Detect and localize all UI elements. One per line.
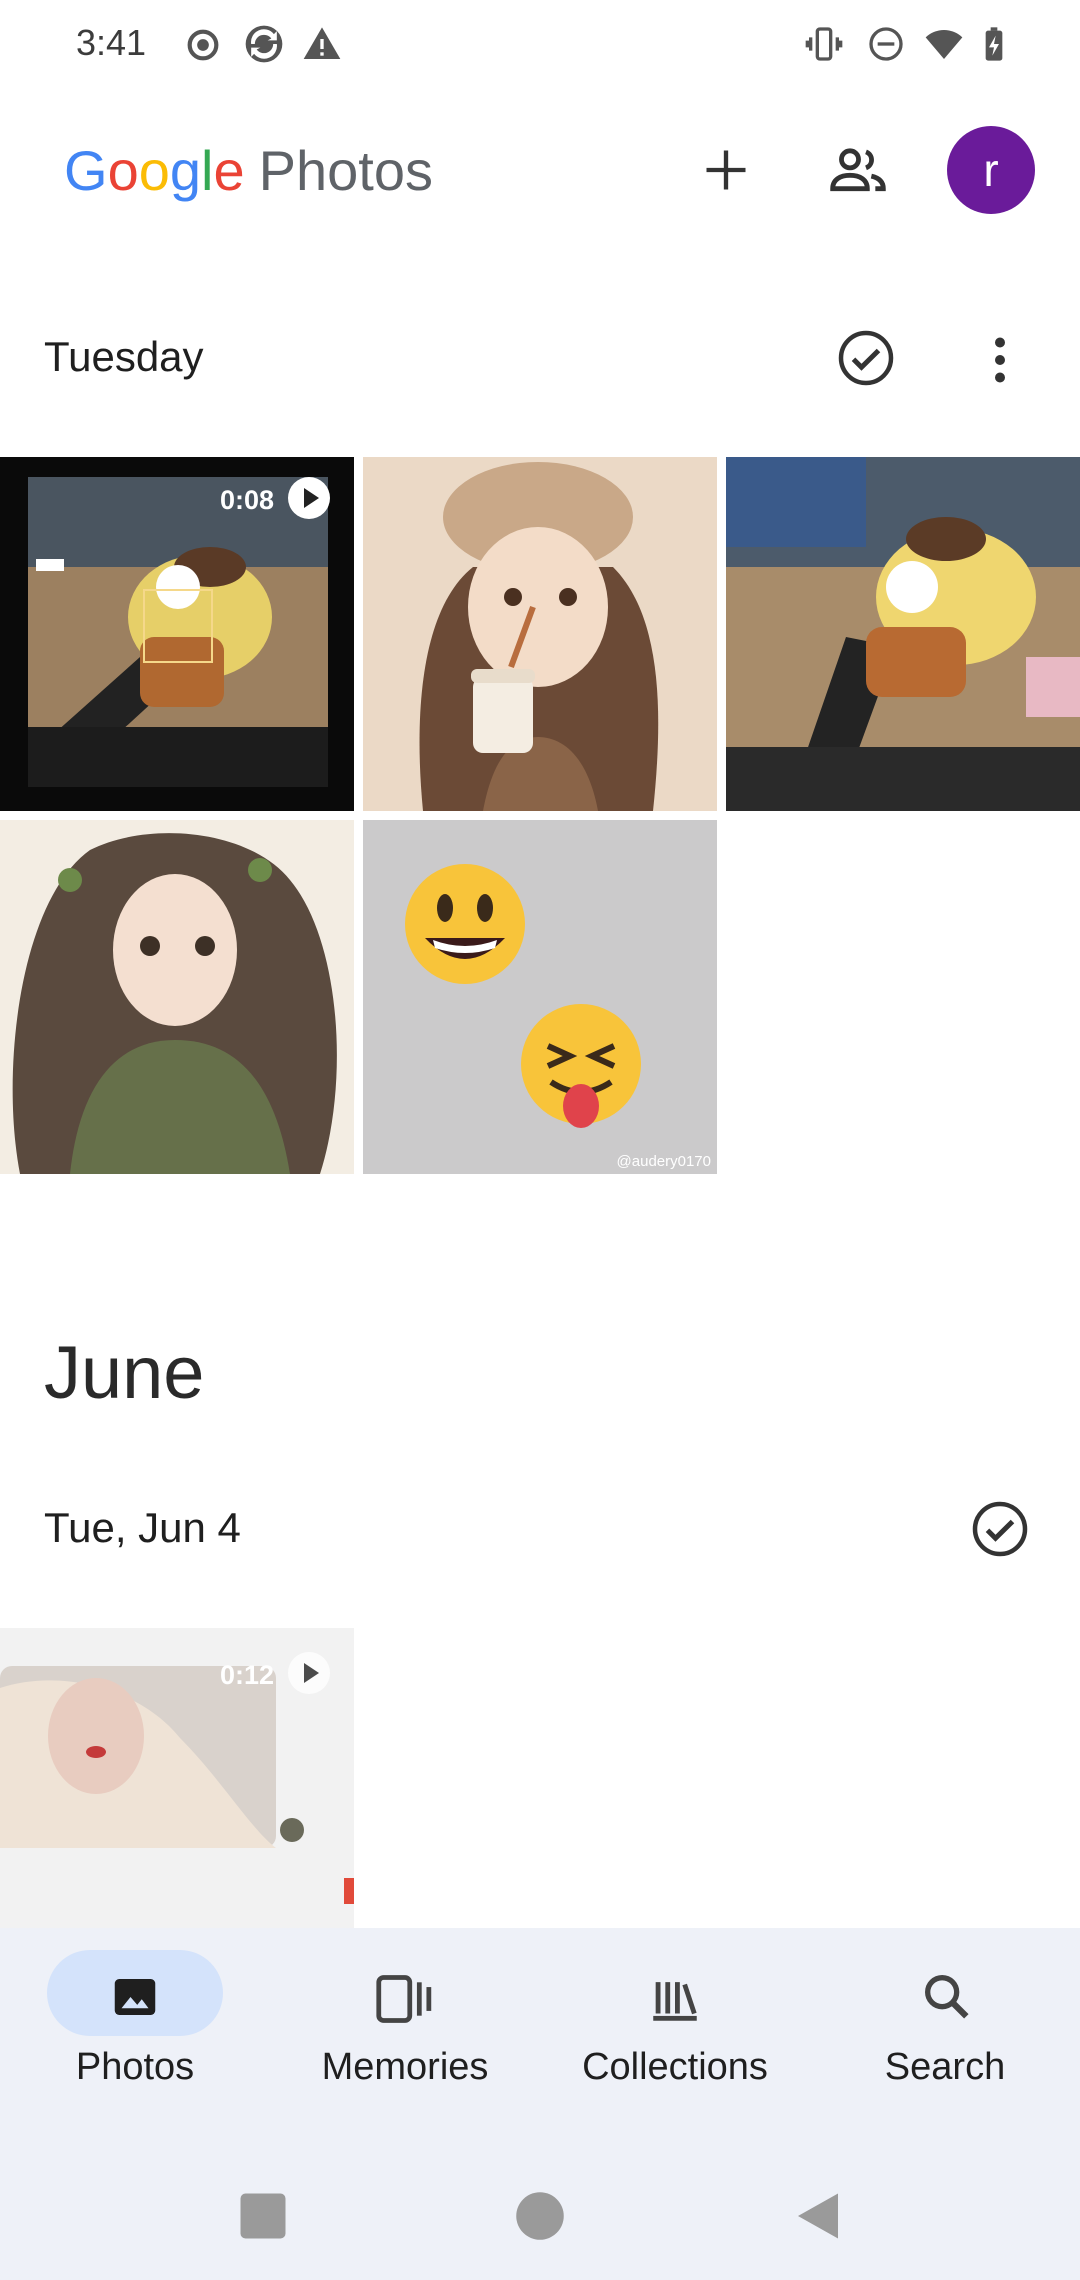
collections-icon (653, 1982, 697, 2021)
sharing-button[interactable] (818, 130, 898, 210)
add-button[interactable] (686, 130, 766, 210)
photo-thumbnail[interactable]: 0:12 (0, 1628, 354, 1928)
recents-icon[interactable] (233, 2186, 293, 2246)
tab-collections-label: Collections (582, 2046, 768, 2088)
home-icon[interactable] (510, 2186, 570, 2246)
photo-thumbnail[interactable]: 0:08 (0, 457, 354, 811)
tab-memories-label: Memories (321, 2046, 489, 2088)
month-header: June (44, 1331, 205, 1414)
google-photos-logo: Google Photos (64, 139, 433, 202)
status-time: 3:41 (76, 22, 147, 63)
photo-thumbnail[interactable] (363, 457, 717, 811)
warning-icon (303, 27, 341, 59)
select-all-check-icon[interactable] (970, 1499, 1030, 1559)
wifi-icon (925, 30, 963, 59)
account-avatar[interactable]: r (947, 126, 1035, 214)
select-all-check-icon[interactable] (836, 328, 896, 388)
photo-icon (114, 1979, 156, 2015)
logo-photos-text: Photos (258, 139, 433, 202)
people-icon (830, 148, 886, 192)
date-header-jun4: Tue, Jun 4 (44, 1504, 241, 1551)
record-icon (187, 29, 219, 61)
photo-thumbnail[interactable]: @audery0170 (363, 820, 717, 1174)
more-options-icon[interactable] (970, 330, 1030, 390)
search-icon (925, 1975, 969, 2019)
play-icon (288, 477, 330, 519)
tab-search[interactable]: Search (830, 1950, 1060, 2110)
tab-collections[interactable]: Collections (560, 1950, 790, 2110)
tab-search-label: Search (884, 2046, 1006, 2088)
tab-memories[interactable]: Memories (290, 1950, 520, 2110)
video-duration: 0:12 (219, 1660, 274, 1690)
plush-keyboard-image (726, 457, 1080, 811)
girl-longhair-illustration (0, 820, 354, 1174)
watermark-text: @audery0170 (616, 1153, 711, 1170)
emoji-image (363, 820, 717, 1174)
tab-photos-label: Photos (75, 2046, 195, 2088)
vibrate-icon (805, 27, 843, 61)
tab-photos[interactable]: Photos (20, 1950, 250, 2110)
date-header-tuesday: Tuesday (44, 333, 204, 380)
plus-icon (706, 150, 746, 190)
photo-thumbnail[interactable] (726, 457, 1080, 811)
photo-thumbnail[interactable] (0, 820, 354, 1174)
video-duration: 0:08 (219, 485, 274, 515)
play-icon (288, 1652, 330, 1694)
sync-icon (245, 25, 283, 63)
dnd-icon (869, 27, 903, 61)
back-icon[interactable] (788, 2186, 848, 2246)
battery-charging-icon (985, 27, 1003, 61)
memories-icon (376, 1975, 432, 2023)
girl-coffee-illustration (363, 457, 717, 811)
